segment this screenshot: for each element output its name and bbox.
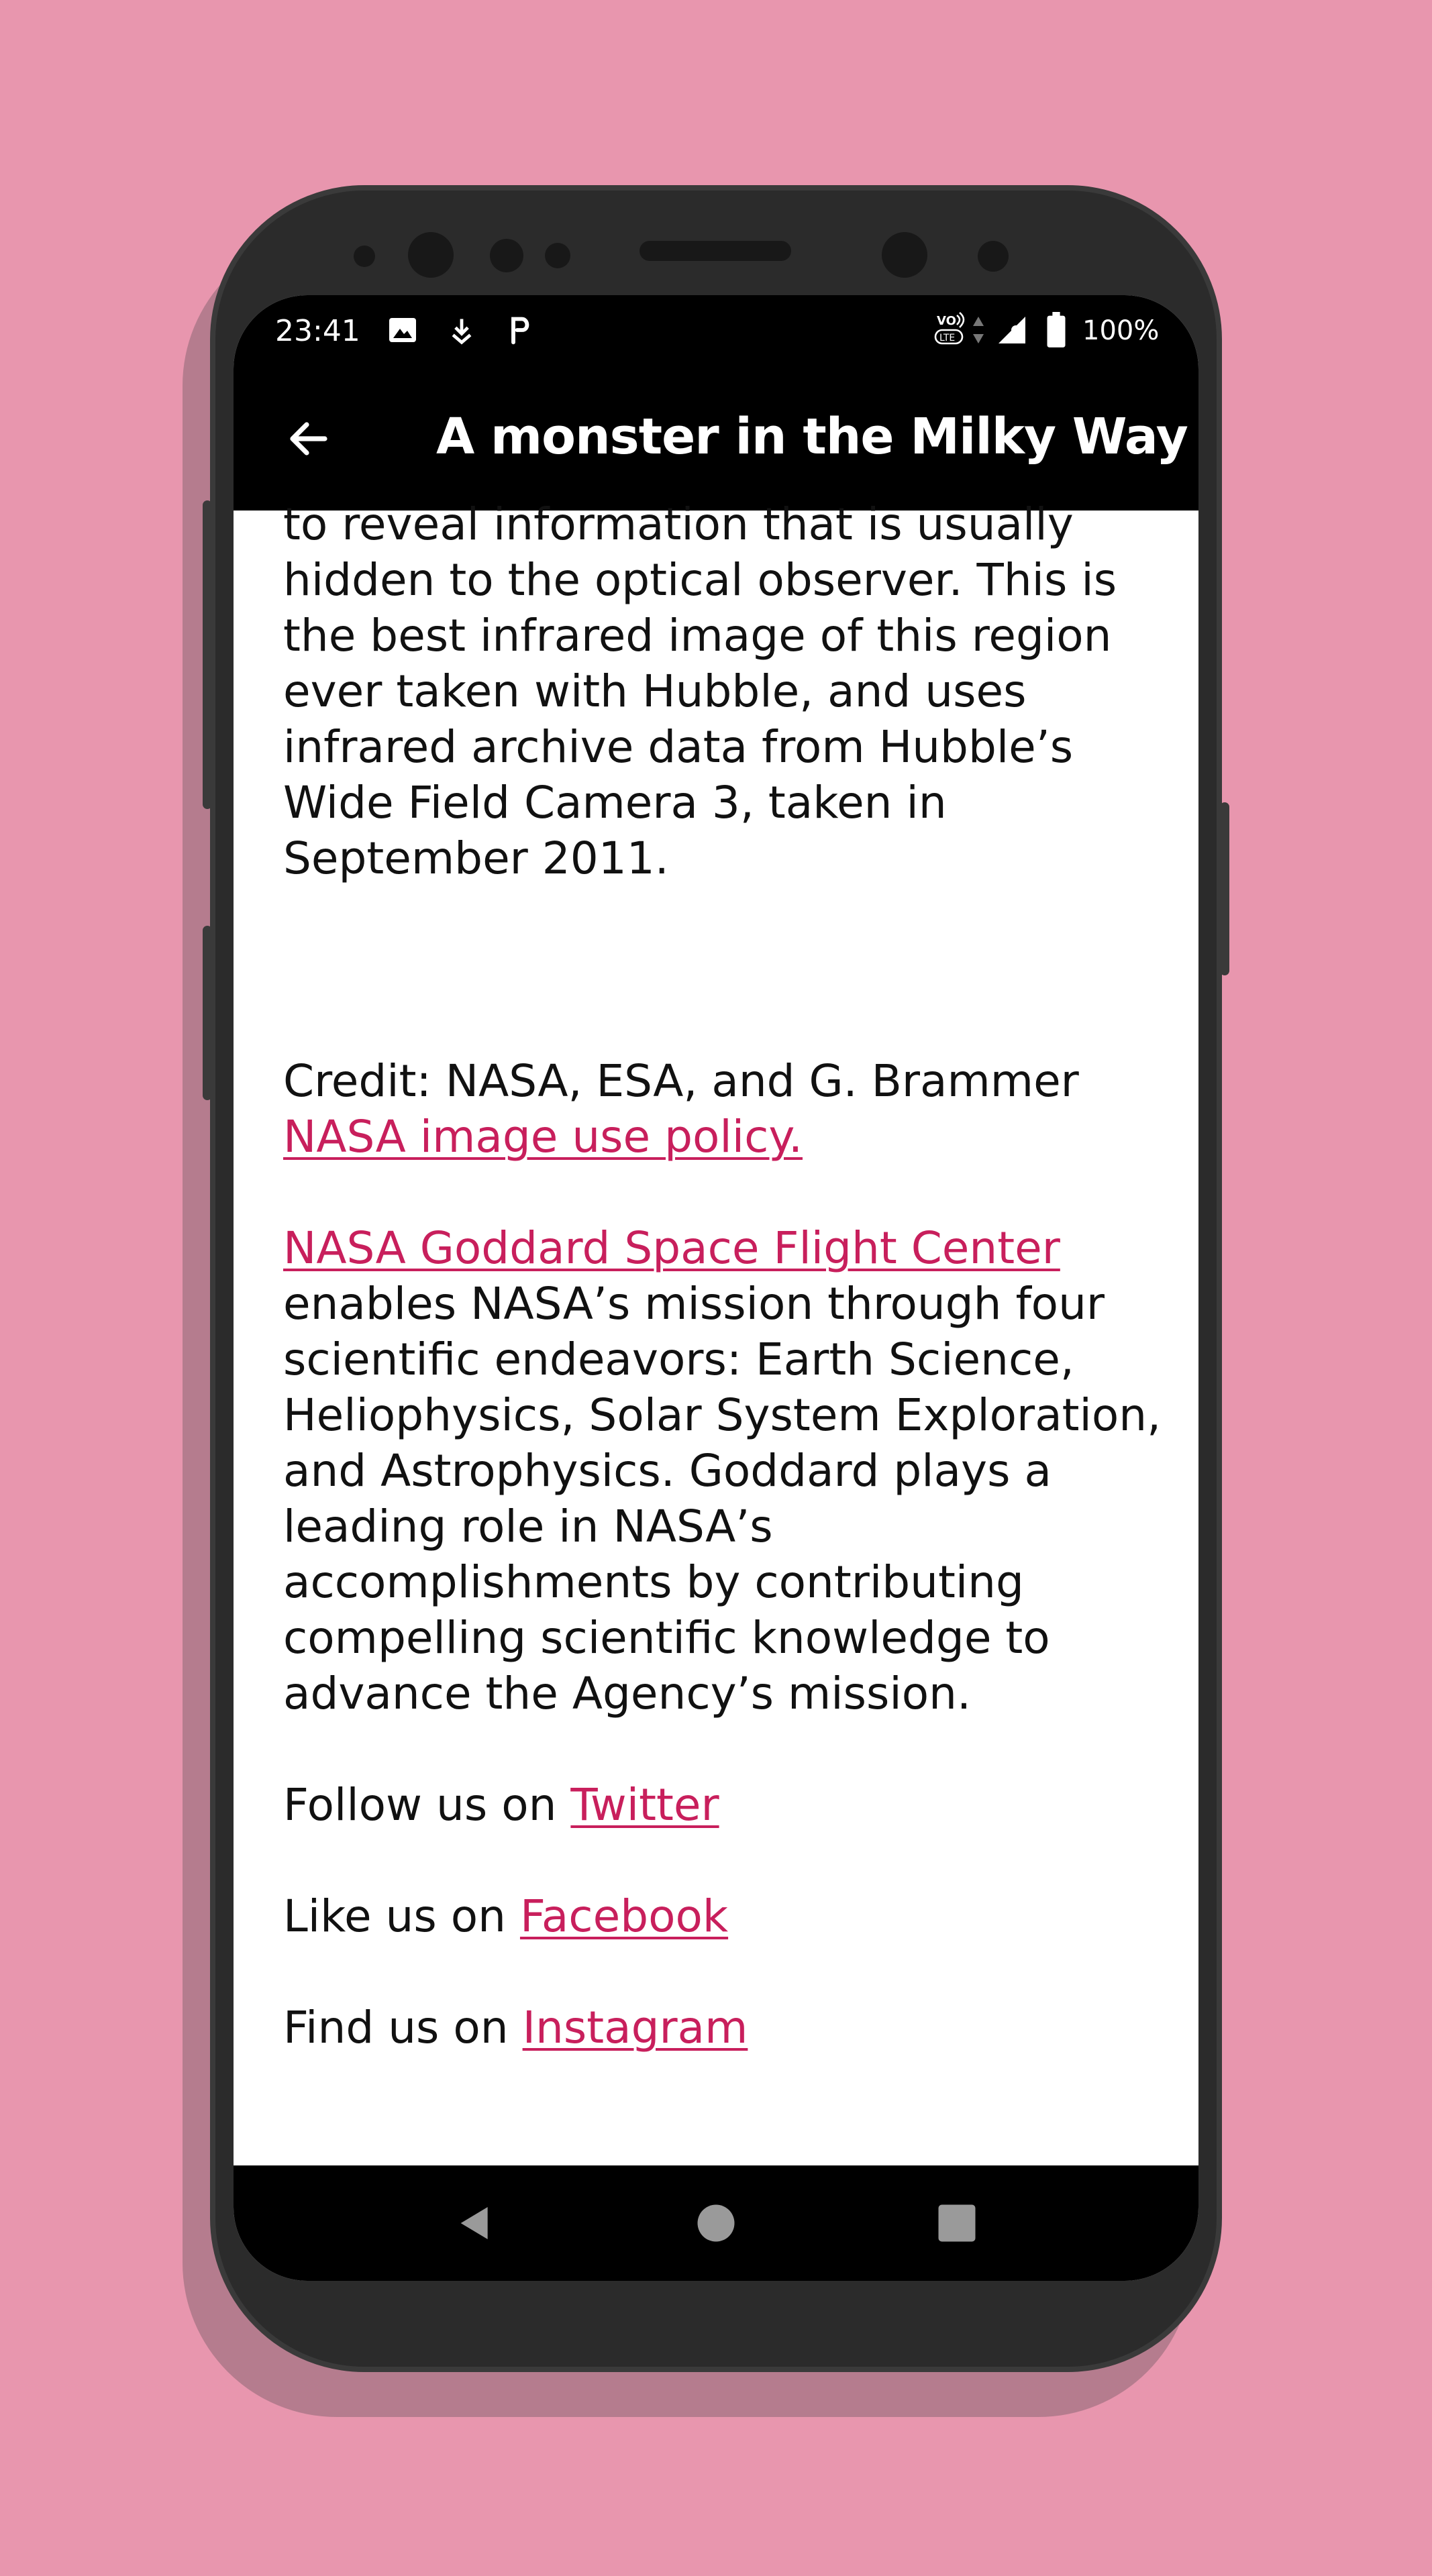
- download-icon: [442, 310, 482, 350]
- earpiece-speaker: [640, 241, 791, 261]
- home-circle-icon: [697, 2204, 735, 2242]
- follow-line: Follow us on Twitter: [283, 1777, 1176, 1833]
- power-button: [1220, 802, 1229, 975]
- volume-down-button: [203, 926, 212, 1100]
- facebook-link[interactable]: Facebook: [520, 1890, 728, 1942]
- find-prefix: Find us on: [283, 2002, 523, 2053]
- svg-text:VO: VO: [937, 314, 956, 328]
- back-triangle-icon: [460, 2207, 488, 2239]
- goddard-paragraph: NASA Goddard Space Flight Center enables…: [283, 1220, 1176, 1721]
- sensor-dot: [354, 246, 375, 267]
- nav-home-button[interactable]: [689, 2196, 743, 2250]
- battery-percent: 100%: [1082, 315, 1160, 346]
- twitter-link[interactable]: Twitter: [570, 1779, 719, 1831]
- volume-up-button: [203, 500, 212, 809]
- page-title: A monster in the Milky Way: [436, 408, 1188, 466]
- credit-block: Credit: NASA, ESA, and G. Brammer NASA i…: [283, 1053, 1176, 1165]
- article-body: to reveal information that is usually hi…: [283, 496, 1176, 2055]
- image-icon: [382, 310, 423, 350]
- screen: 23:41 VO LTE 100% A monster in the Milky…: [234, 295, 1198, 2281]
- sensor-dot: [978, 241, 1009, 272]
- p-icon: [501, 310, 541, 350]
- sensor-dot: [490, 239, 523, 272]
- image-policy-link[interactable]: NASA image use policy.: [283, 1111, 803, 1163]
- like-line: Like us on Facebook: [283, 1888, 1176, 1944]
- nav-back-button[interactable]: [448, 2196, 502, 2250]
- follow-prefix: Follow us on: [283, 1779, 571, 1831]
- instagram-link[interactable]: Instagram: [523, 2002, 748, 2053]
- sensor-dot: [545, 243, 570, 268]
- front-camera: [408, 232, 454, 278]
- arrow-back-icon: [290, 422, 327, 455]
- status-bar: 23:41 VO LTE 100%: [234, 295, 1198, 366]
- signal-icon: [992, 310, 1032, 350]
- nav-recents-button[interactable]: [930, 2196, 984, 2250]
- app-bar: A monster in the Milky Way: [234, 366, 1198, 511]
- data-arrows-icon: [965, 310, 992, 350]
- article-paragraph-intro: to reveal information that is usually hi…: [283, 498, 1117, 884]
- battery-icon: [1036, 310, 1076, 350]
- svg-text:LTE: LTE: [939, 333, 955, 343]
- status-time: 23:41: [275, 314, 360, 348]
- credit-text: Credit: NASA, ESA, and G. Brammer: [283, 1055, 1079, 1107]
- proximity-sensor: [882, 232, 927, 278]
- goddard-link[interactable]: NASA Goddard Space Flight Center: [283, 1222, 1060, 1274]
- recents-square-icon: [938, 2204, 976, 2242]
- back-button[interactable]: [276, 407, 341, 471]
- find-line: Find us on Instagram: [283, 2000, 1176, 2055]
- like-prefix: Like us on: [283, 1890, 520, 1942]
- navigation-bar: [234, 2165, 1198, 2281]
- goddard-text: enables NASA’s mission through four scie…: [283, 1278, 1162, 1719]
